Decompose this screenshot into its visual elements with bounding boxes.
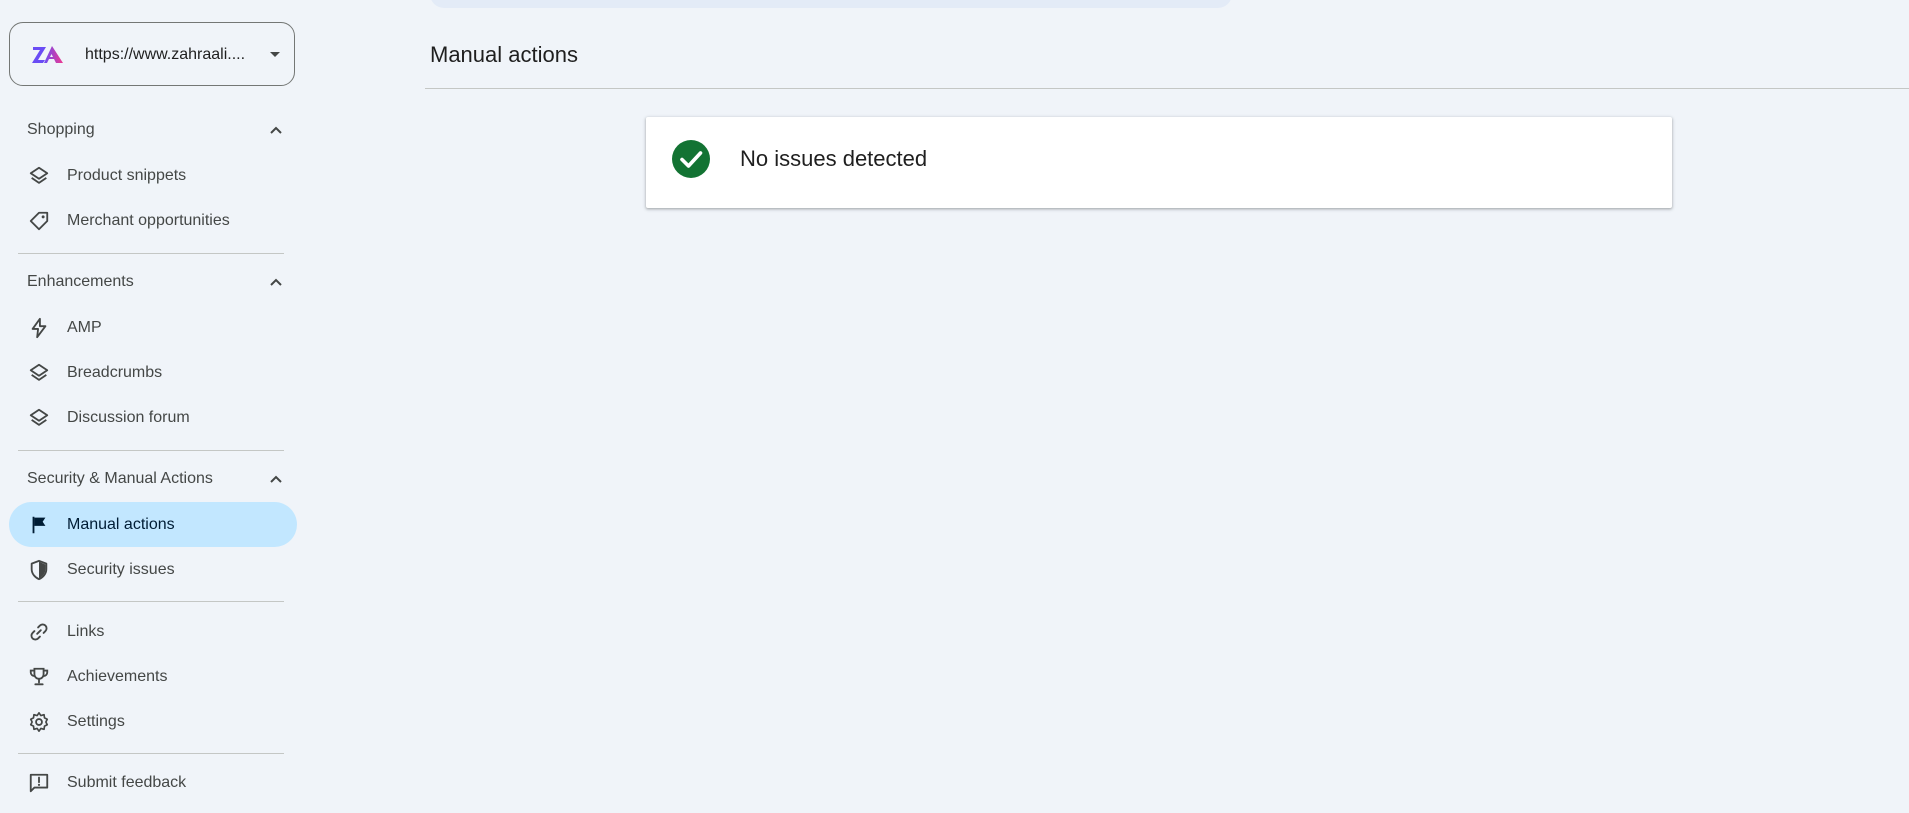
nav-item-product-snippets[interactable]: Product snippets — [9, 153, 297, 198]
layers-icon — [29, 363, 49, 381]
search-bar-edge[interactable] — [430, 0, 1232, 8]
nav-item-submit-feedback[interactable]: Submit feedback — [9, 760, 297, 805]
nav-item-security-issues[interactable]: Security issues — [9, 547, 297, 592]
nav-item-breadcrumbs[interactable]: Breadcrumbs — [9, 350, 297, 395]
shield-icon — [30, 559, 48, 581]
link-icon — [30, 623, 48, 641]
nav-label-security-issues: Security issues — [67, 561, 175, 578]
section-title-enhancements: Enhancements — [27, 273, 134, 290]
nav-item-achievements[interactable]: Achievements — [9, 654, 297, 699]
sidebar-divider — [18, 753, 284, 754]
nav-item-merchant-opportunities[interactable]: Merchant opportunities — [9, 198, 297, 243]
nav-item-manual-actions[interactable]: Manual actions — [9, 502, 297, 547]
tag-icon — [29, 211, 49, 231]
nav-label-merchant-opportunities: Merchant opportunities — [67, 212, 230, 229]
search-console-page: https://www.zahraali.... Shopping Produc… — [0, 0, 1909, 813]
status-card: No issues detected — [646, 117, 1672, 208]
nav-label-achievements: Achievements — [67, 668, 168, 685]
chevron-up-icon[interactable] — [269, 125, 283, 135]
nav-label-discussion-forum: Discussion forum — [67, 409, 190, 426]
property-url: https://www.zahraali.... — [85, 46, 246, 63]
nav-label-breadcrumbs: Breadcrumbs — [67, 364, 163, 381]
nav-label-amp: AMP — [67, 319, 102, 336]
section-shopping[interactable]: Shopping — [0, 112, 300, 148]
nav-label-links: Links — [67, 623, 105, 640]
trophy-icon — [29, 667, 49, 686]
section-title-shopping: Shopping — [27, 121, 95, 138]
section-enhancements[interactable]: Enhancements — [0, 264, 300, 300]
property-selector[interactable]: https://www.zahraali.... — [9, 22, 295, 86]
chevron-up-icon[interactable] — [269, 474, 283, 484]
site-logo-icon — [32, 46, 63, 63]
check-circle-icon — [672, 140, 710, 178]
flag-icon — [32, 516, 46, 534]
lightning-bolt-icon — [31, 317, 47, 339]
nav-label-settings: Settings — [67, 713, 125, 730]
sidebar-divider — [18, 253, 284, 254]
sidebar-divider — [18, 450, 284, 451]
nav-label-submit-feedback: Submit feedback — [67, 774, 187, 791]
gear-icon — [29, 712, 49, 732]
layers-icon — [29, 408, 49, 426]
page-title: Manual actions — [430, 42, 578, 67]
nav-item-settings[interactable]: Settings — [9, 699, 297, 744]
sidebar-divider — [18, 601, 284, 602]
layers-icon — [29, 166, 49, 184]
sidebar: https://www.zahraali.... Shopping Produc… — [0, 0, 300, 813]
nav-label-product-snippets: Product snippets — [67, 167, 187, 184]
dropdown-caret-icon[interactable] — [270, 52, 280, 57]
nav-item-links[interactable]: Links — [9, 609, 297, 654]
feedback-icon — [29, 773, 49, 793]
title-divider — [425, 88, 1909, 89]
section-security-manual-actions[interactable]: Security & Manual Actions — [0, 461, 300, 497]
chevron-up-icon[interactable] — [269, 277, 283, 287]
nav-label-manual-actions: Manual actions — [67, 516, 175, 533]
nav-item-amp[interactable]: AMP — [9, 305, 297, 350]
status-message: No issues detected — [740, 146, 928, 171]
section-title-security: Security & Manual Actions — [27, 470, 213, 487]
nav-item-discussion-forum[interactable]: Discussion forum — [9, 395, 297, 440]
